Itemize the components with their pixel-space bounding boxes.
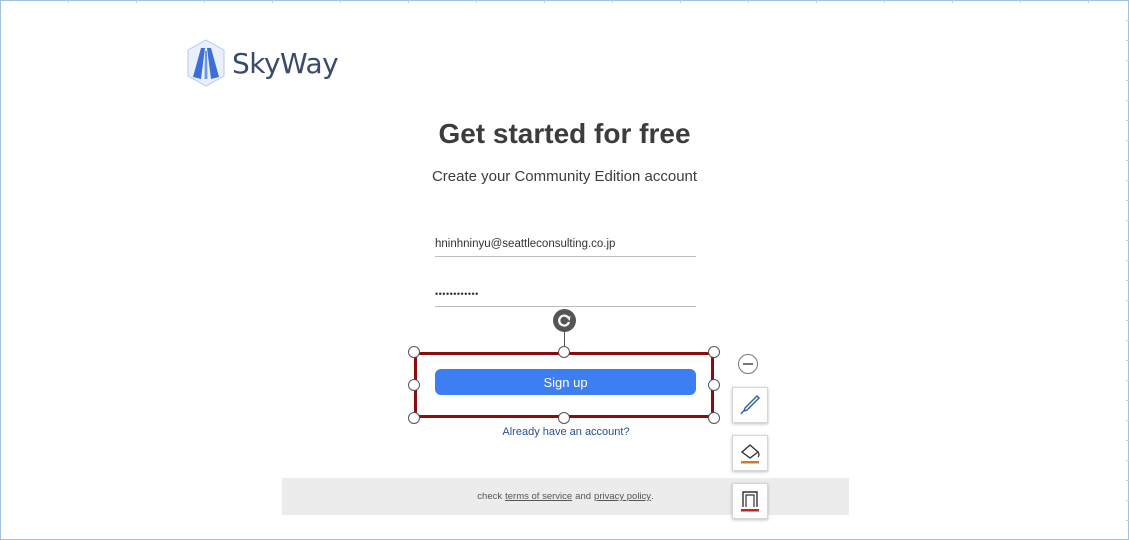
- signin-link[interactable]: Already have an account?: [0, 426, 1129, 438]
- pen-icon: [740, 395, 760, 415]
- footer-prefix: check: [477, 491, 503, 502]
- grid-tick: [1088, 0, 1089, 3]
- grid-tick: [748, 0, 749, 3]
- terms-of-service-link[interactable]: terms of service: [505, 491, 572, 502]
- resize-handle-right[interactable]: [708, 379, 720, 391]
- grid-tick: [680, 0, 681, 3]
- privacy-policy-link[interactable]: privacy policy: [594, 491, 651, 502]
- resize-handle-bottom[interactable]: [558, 412, 570, 424]
- email-value: hninhninyu@seattleconsulting.co.jp: [435, 238, 616, 250]
- page-title: Get started for free: [438, 118, 691, 149]
- rotate-handle[interactable]: [553, 309, 576, 332]
- resize-handle-left[interactable]: [408, 379, 420, 391]
- email-field[interactable]: hninhninyu@seattleconsulting.co.jp: [435, 232, 696, 257]
- signin-link-label[interactable]: Already have an account?: [502, 426, 629, 438]
- fill-tool-button[interactable]: [732, 435, 768, 471]
- resize-handle-bottom-left[interactable]: [408, 412, 420, 424]
- grid-tick: [952, 0, 953, 3]
- password-value: ••••••••••••: [435, 289, 479, 299]
- grid-tick: [816, 0, 817, 3]
- pen-tool-button[interactable]: [732, 387, 768, 423]
- rotate-icon: [558, 314, 571, 327]
- selection-box[interactable]: [414, 352, 714, 418]
- brand-logo: SkyWay: [186, 38, 339, 88]
- page-subtitle: Create your Community Edition account: [431, 168, 698, 185]
- grid-tick: [204, 0, 205, 3]
- resize-handle-top-right[interactable]: [708, 346, 720, 358]
- grid-tick: [476, 0, 477, 3]
- grid-tick: [612, 0, 613, 3]
- resize-handle-top-left[interactable]: [408, 346, 420, 358]
- border-tool-button[interactable]: [732, 483, 768, 519]
- brand-name: SkyWay: [232, 46, 339, 80]
- border-icon: [741, 491, 759, 512]
- footer-conjunction: and: [575, 491, 592, 502]
- skyway-logo-icon: [187, 39, 225, 87]
- resize-handle-top[interactable]: [558, 346, 570, 358]
- sheet-frame: [0, 0, 1129, 540]
- grid-tick: [272, 0, 273, 3]
- fill-icon: [740, 444, 760, 464]
- grid-tick: [408, 0, 409, 3]
- grid-tick: [68, 0, 69, 3]
- grid-tick: [340, 0, 341, 3]
- resize-handle-bottom-right[interactable]: [708, 412, 720, 424]
- collapse-button[interactable]: [738, 354, 758, 374]
- grid-tick: [1020, 0, 1021, 3]
- grid-tick: [544, 0, 545, 3]
- collapse-icon: [743, 363, 753, 365]
- grid-tick: [884, 0, 885, 3]
- grid-tick: [136, 0, 137, 3]
- footer-suffix: .: [651, 491, 654, 502]
- password-field[interactable]: ••••••••••••: [435, 282, 696, 307]
